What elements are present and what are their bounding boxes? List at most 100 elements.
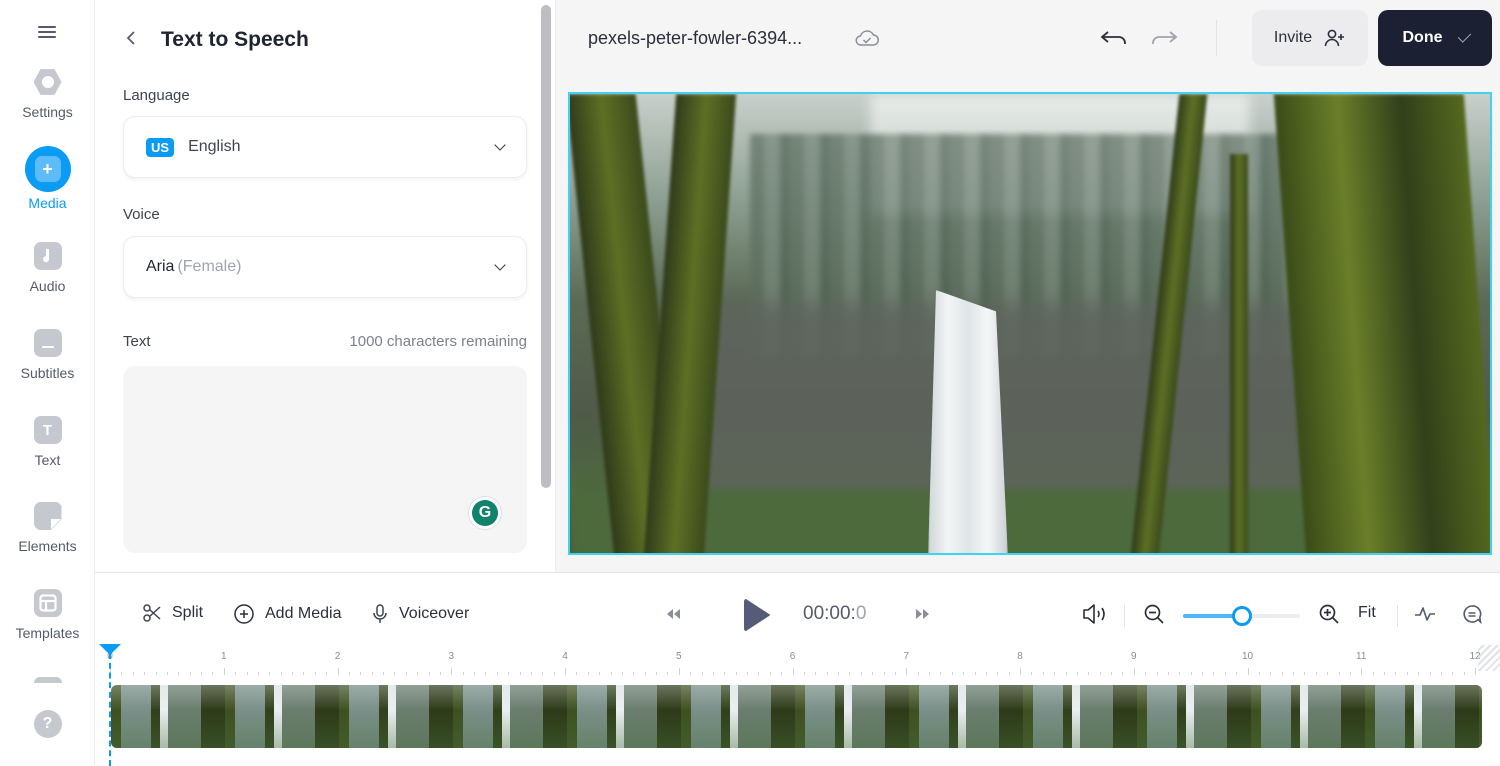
plus-circle-icon <box>234 604 254 624</box>
ruler-minor-tick <box>439 672 441 675</box>
ruler-minor-tick <box>1270 672 1272 675</box>
rail-item-label: Media <box>28 195 67 211</box>
ruler-minor-tick <box>383 672 384 675</box>
language-select[interactable]: US English <box>123 116 527 178</box>
back-button[interactable] <box>125 29 155 52</box>
ruler-minor-tick <box>1088 672 1090 675</box>
timeline-ruler[interactable]: 0 1 2 3 4 5 6 7 8 9 10 11 12 <box>107 651 1482 681</box>
panel-scrollbar[interactable] <box>541 5 551 488</box>
ruler-minor-tick <box>246 672 248 675</box>
play-icon[interactable] <box>743 597 771 633</box>
voice-select[interactable]: Aria (Female) <box>123 236 527 298</box>
add-media-label: Add Media <box>265 605 342 622</box>
ruler-minor-tick <box>667 672 669 675</box>
ruler-minor-tick <box>428 672 430 675</box>
rail-item-label: Templates <box>15 625 80 641</box>
ruler-minor-tick <box>1258 672 1260 675</box>
ruler-tick-label: 7 <box>903 651 910 662</box>
redo-icon[interactable] <box>1149 26 1179 50</box>
ruler-minor-tick <box>1327 672 1329 675</box>
ruler-major-tick <box>223 668 225 675</box>
ruler-minor-tick <box>747 672 748 675</box>
ruler-minor-tick <box>1202 672 1203 675</box>
panel-title: Text to Speech <box>161 28 309 51</box>
ruler-major-tick <box>1133 668 1135 675</box>
menu-icon[interactable] <box>38 26 56 40</box>
ruler-minor-tick <box>701 672 703 675</box>
templates-icon <box>33 589 62 617</box>
ruler-minor-tick <box>1167 672 1169 675</box>
rail-item-templates[interactable]: Templates <box>0 589 95 641</box>
rail-overflow-item[interactable] <box>34 677 62 683</box>
language-value: English <box>188 138 241 155</box>
video-frame-waterfall <box>928 290 1008 553</box>
ruler-minor-tick <box>257 672 259 675</box>
zoom-out-icon[interactable] <box>1143 603 1165 625</box>
ruler-minor-tick <box>1463 672 1465 675</box>
playhead-handle[interactable] <box>99 644 121 655</box>
ruler-tick-label: 4 <box>562 651 568 662</box>
ruler-minor-tick <box>553 672 555 675</box>
grammarly-icon: G <box>472 500 498 526</box>
ruler-tick-label: 1 <box>220 651 227 662</box>
ruler-minor-tick <box>1008 672 1010 675</box>
rail-item-audio[interactable]: Audio <box>0 242 95 294</box>
rail-item-media[interactable]: + Media <box>0 146 95 211</box>
rail-item-text[interactable]: T Text <box>0 416 95 468</box>
language-label: Language <box>123 87 190 104</box>
toolbar-divider <box>1124 605 1125 627</box>
add-media-button[interactable]: Add Media <box>233 603 342 625</box>
ruler-minor-tick <box>280 672 282 675</box>
ruler-minor-tick <box>121 672 123 675</box>
undo-icon[interactable] <box>1099 26 1129 50</box>
voiceover-button[interactable]: Voiceover <box>371 603 469 625</box>
video-clip-track[interactable] <box>111 685 1482 748</box>
zoom-slider-thumb[interactable] <box>1231 606 1252 626</box>
voice-gender: (Female) <box>177 258 242 275</box>
speech-text-input[interactable] <box>123 366 527 553</box>
waveform-icon[interactable] <box>1413 603 1437 625</box>
ruler-minor-tick <box>360 672 362 675</box>
ruler-minor-tick <box>1190 672 1192 675</box>
volume-icon[interactable] <box>1082 603 1110 625</box>
comment-icon[interactable] <box>1461 603 1483 625</box>
ruler-minor-tick <box>1111 672 1112 675</box>
ruler-minor-tick <box>1122 672 1124 675</box>
ruler-minor-tick <box>758 672 760 675</box>
rail-item-settings[interactable]: Settings <box>0 68 95 120</box>
invite-button[interactable]: Invite <box>1252 10 1368 66</box>
done-button[interactable]: Done <box>1378 10 1492 66</box>
rail-item-subtitles[interactable]: Subtitles <box>0 329 95 381</box>
ruler-minor-tick <box>314 672 316 675</box>
video-preview[interactable] <box>568 92 1492 555</box>
playhead-line <box>109 653 111 766</box>
ruler-minor-tick <box>1452 672 1454 675</box>
split-button[interactable]: Split <box>142 603 203 623</box>
rail-item-elements[interactable]: Elements <box>0 502 95 554</box>
fit-button[interactable]: Fit <box>1358 604 1376 622</box>
ruler-minor-tick <box>1418 672 1420 675</box>
rewind-icon[interactable] <box>665 608 681 620</box>
media-icon-circle: + <box>24 146 71 192</box>
ruler-minor-tick <box>838 672 839 675</box>
ruler-minor-tick <box>985 672 987 675</box>
zoom-slider[interactable] <box>1183 606 1300 626</box>
grammarly-button[interactable]: G <box>468 496 502 530</box>
ruler-minor-tick <box>292 672 293 675</box>
fast-forward-icon[interactable] <box>915 608 931 620</box>
ruler-minor-tick <box>633 672 635 675</box>
toolbar-divider <box>1397 605 1398 627</box>
ruler-minor-tick <box>178 672 180 675</box>
ruler-minor-tick <box>1031 672 1033 675</box>
ruler-minor-tick <box>1372 672 1374 675</box>
project-filename[interactable]: pexels-peter-fowler-6394... <box>588 28 802 49</box>
cloud-saved-icon[interactable] <box>854 28 880 48</box>
ruler-minor-tick <box>1315 672 1317 675</box>
help-button[interactable]: ? <box>0 710 95 738</box>
ruler-minor-tick <box>1349 672 1351 675</box>
ruler-major-tick <box>678 668 680 675</box>
zoom-in-icon[interactable] <box>1318 603 1340 625</box>
ruler-minor-tick <box>1338 672 1340 675</box>
ruler-minor-tick <box>235 672 237 675</box>
timeline: Split Add Media Voiceover 00:00:0 Fit 0 … <box>95 572 1500 766</box>
